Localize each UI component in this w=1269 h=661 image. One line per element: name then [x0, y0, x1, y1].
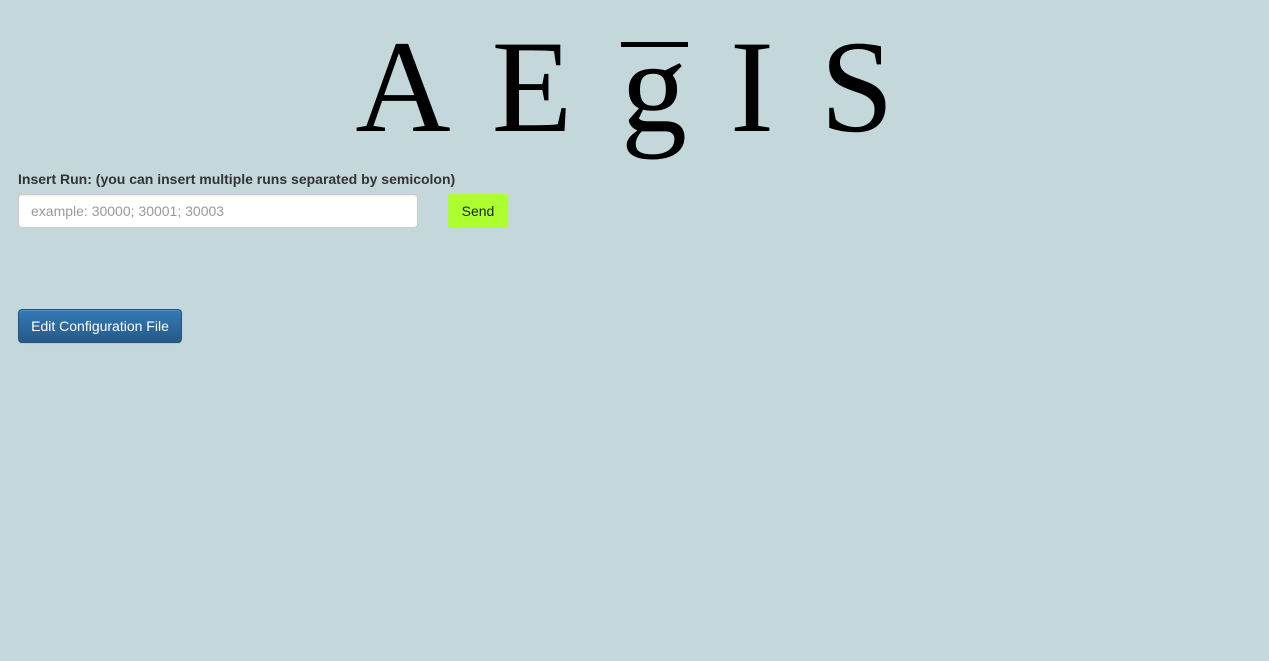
logo-letter-g: g	[621, 13, 687, 160]
logo-letter-e: E	[492, 13, 573, 160]
send-button[interactable]: Send	[448, 194, 508, 228]
insert-run-label: Insert Run: (you can insert multiple run…	[18, 171, 456, 187]
logo-letter-a: A	[355, 13, 450, 160]
logo-letter-s: S	[820, 13, 893, 160]
aegis-logo: A E g I S	[0, 0, 1269, 170]
logo-macron	[621, 42, 688, 47]
edit-configuration-file-button[interactable]: Edit Configuration File	[18, 309, 182, 343]
aegis-logo-graphic: A E g I S	[355, 13, 893, 160]
logo-letter-i: I	[730, 13, 774, 160]
run-number-input[interactable]	[18, 194, 418, 228]
